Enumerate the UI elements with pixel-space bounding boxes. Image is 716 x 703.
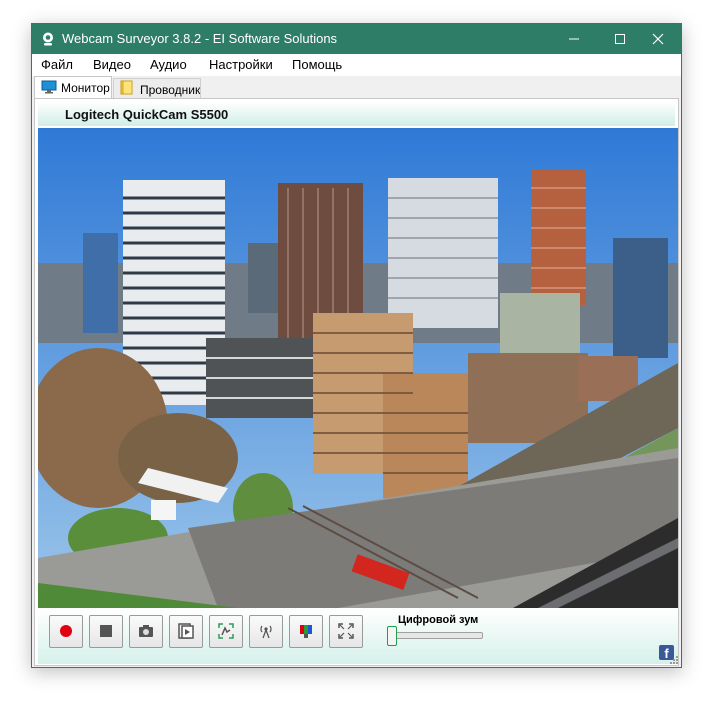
city-view-image — [38, 128, 678, 608]
record-button[interactable] — [49, 615, 83, 648]
resize-grip-icon[interactable] — [669, 655, 679, 665]
broadcast-icon — [260, 625, 272, 639]
motion-detect-icon — [218, 623, 234, 639]
tab-explorer-label: Проводник — [140, 83, 201, 97]
stop-button[interactable] — [89, 615, 123, 648]
minimize-icon — [569, 38, 579, 40]
close-icon — [652, 33, 664, 45]
playback-button[interactable] — [169, 615, 203, 648]
stop-icon — [100, 625, 112, 637]
tab-monitor[interactable]: Монитор — [34, 76, 112, 99]
fullscreen-button[interactable] — [329, 615, 363, 648]
menu-video[interactable]: Видео — [93, 57, 131, 72]
digital-zoom-track[interactable] — [393, 632, 483, 639]
control-bar: Цифровой зум f — [38, 608, 678, 664]
camera-icon — [139, 625, 153, 637]
digital-zoom-label: Цифровой зум — [398, 614, 479, 626]
monitor-panel: Logitech QuickCam S5500 Цифровой зум f — [34, 98, 679, 666]
menu-help[interactable]: Помощь — [292, 57, 342, 72]
color-settings-button[interactable] — [289, 615, 323, 648]
tab-explorer[interactable]: Проводник — [113, 78, 201, 98]
menu-audio[interactable]: Аудио — [150, 57, 187, 72]
app-window: Webcam Surveyor 3.8.2 - EI Software Solu… — [31, 23, 682, 668]
broadcast-button[interactable] — [249, 615, 283, 648]
folder-icon — [120, 80, 133, 95]
motion-detect-button[interactable] — [209, 615, 243, 648]
tab-bar: Монитор Проводник — [32, 76, 681, 99]
webcam-app-icon — [43, 32, 53, 46]
tab-monitor-label: Монитор — [61, 81, 110, 95]
monitor-icon — [41, 80, 57, 94]
title-bar: Webcam Surveyor 3.8.2 - EI Software Solu… — [32, 24, 681, 54]
webcam-video[interactable] — [38, 128, 678, 608]
maximize-icon — [615, 34, 625, 44]
record-icon — [60, 625, 72, 637]
play-icon — [178, 623, 194, 639]
camera-name: Logitech QuickCam S5500 — [65, 107, 229, 122]
menu-bar: Файл Видео Аудио Настройки Помощь — [32, 54, 681, 76]
close-button[interactable] — [635, 24, 681, 54]
snapshot-button[interactable] — [129, 615, 163, 648]
minimize-button[interactable] — [551, 24, 597, 54]
window-title: Webcam Surveyor 3.8.2 - EI Software Solu… — [62, 31, 338, 46]
menu-settings[interactable]: Настройки — [209, 57, 273, 72]
menu-file[interactable]: Файл — [41, 57, 73, 72]
camera-header: Logitech QuickCam S5500 — [38, 102, 675, 126]
color-settings-icon — [300, 625, 312, 638]
fullscreen-icon — [338, 623, 354, 639]
digital-zoom-slider[interactable] — [387, 626, 397, 646]
